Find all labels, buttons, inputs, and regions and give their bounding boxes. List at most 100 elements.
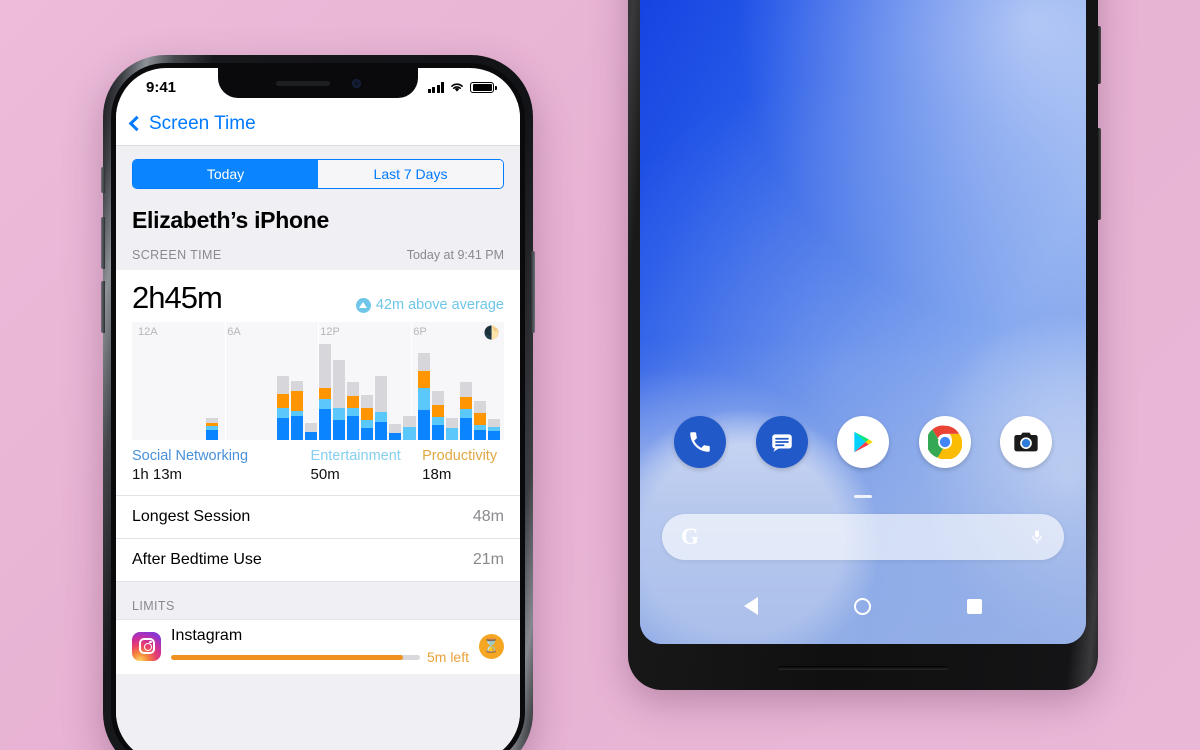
chart-bar-segment [347,382,360,396]
iphone-bezel: 9:41 Screen Time Today Last 7 Days Eliza… [111,63,525,750]
limit-app-name: Instagram [171,627,243,644]
segment-last-7-days[interactable]: Last 7 Days [318,160,503,188]
messages-icon[interactable] [755,416,808,468]
chart-bars [136,344,501,440]
legend-item-productivity: Productivity 18m [422,448,504,483]
chart-bar [235,344,247,440]
square-recents-icon[interactable] [967,598,982,614]
chart-bar [276,344,289,440]
status-bar-time: 9:41 [146,78,177,96]
play-store-icon[interactable] [837,416,889,468]
android-screen: G [640,0,1086,644]
microphone-icon[interactable] [1029,526,1045,548]
chart-legend: Social Networking 1h 13m Entertainment 5… [116,440,520,495]
chart-bar-segment [389,433,402,440]
google-g-icon: G [681,524,699,549]
iphone-volume-up-button[interactable] [101,217,105,269]
circle-home-icon[interactable] [854,597,871,615]
chart-bar-segment [361,408,374,420]
chart-bar-segment [403,416,416,427]
screen-time-content: Today Last 7 Days Elizabeth’s iPhone SCR… [116,146,520,750]
legend-value: 18m [422,466,452,483]
instagram-icon [132,631,161,661]
chart-bar-segment [276,376,289,394]
total-hours: 2h [132,280,165,315]
back-button[interactable]: Screen Time [128,113,256,135]
hourglass-icon[interactable]: ⌛ [479,633,504,659]
android-power-button[interactable] [1098,26,1101,84]
limit-progress-bar [171,654,420,660]
average-comparison: 42m above average [355,297,504,313]
phone-icon[interactable] [674,416,726,468]
triangle-back-icon[interactable] [744,597,758,615]
chart-bar-segment [459,382,472,397]
chart-bar-segment [431,405,444,417]
chart-bar-segment [473,401,486,413]
chart-bar [375,344,388,440]
ios-nav-bar: Screen Time [116,102,520,146]
chart-bar-segment [459,418,472,440]
chart-bar-segment [487,431,501,440]
chart-bar-segment [290,391,303,411]
chart-bar [263,344,275,440]
screen-time-bar-chart[interactable]: 12A 6A 12P 6P 🌓 [132,322,504,440]
iphone-mute-switch[interactable] [101,167,105,193]
legend-value: 50m [310,466,340,483]
screen-time-card[interactable]: 2h45m 42m above average 12A 6A 12P 6P 🌓 … [116,270,520,495]
bedtime-moon-icon: 🌓 [483,325,500,340]
chart-bar [417,344,430,440]
chart-bar [431,344,444,440]
row-label: After Bedtime Use [132,551,262,568]
period-segmented-control[interactable]: Today Last 7 Days [132,159,504,189]
iphone-power-button[interactable] [531,251,535,333]
average-comparison-label: 42m above average [375,297,504,313]
chart-bar-segment [431,391,444,405]
legend-item-entertainment: Entertainment 50m [311,448,423,483]
chart-bar-segment [290,416,303,440]
row-longest-session[interactable]: Longest Session 48m [116,495,520,538]
back-button-label: Screen Time [149,112,256,134]
camera-icon[interactable] [1000,416,1052,468]
cellular-bars-icon [427,82,444,93]
battery-icon [470,81,497,93]
row-label: Longest Session [132,508,251,525]
screen-time-section-header: SCREEN TIME Today at 9:41 PM [116,238,520,270]
chart-bar [150,344,162,440]
chart-bar-segment [417,388,430,410]
google-search-bar[interactable]: G [662,514,1064,560]
iphone-volume-down-button[interactable] [101,281,105,333]
iphone-screen: 9:41 Screen Time Today Last 7 Days Eliza… [116,68,520,750]
chrome-icon[interactable] [918,416,971,468]
android-volume-button[interactable] [1098,128,1101,220]
chart-bar-segment [375,376,388,412]
segment-today[interactable]: Today [133,160,318,188]
legend-item-social-networking: Social Networking 1h 13m [132,448,311,483]
row-value: 48m [472,508,504,525]
chart-bar-segment [333,408,346,420]
total-screen-time: 2h45m [132,280,223,316]
chart-bar [136,344,148,440]
limits-section-header: LIMITS [116,581,520,619]
chart-bar-segment [459,409,472,418]
chart-bar-segment [347,416,360,440]
section-timestamp: Today at 9:41 PM [406,248,504,262]
chart-bar-segment [417,410,430,440]
chart-bar-segment [276,394,289,408]
chart-bar [178,344,190,440]
chart-bar [445,344,458,440]
segmented-control-wrap: Today Last 7 Days [116,146,520,199]
chart-bar [249,344,261,440]
chart-bar-segment [319,344,332,388]
chart-bar-segment [361,395,374,408]
chart-bar-segment [361,428,374,440]
chart-bar-segment [473,430,486,440]
android-nav-bar [640,586,1086,626]
chart-bar [206,344,219,440]
row-after-bedtime-use[interactable]: After Bedtime Use 21m [116,538,520,581]
section-label: SCREEN TIME [132,248,222,262]
limit-row-instagram[interactable]: Instagram 5m left ⌛ [116,619,520,674]
chart-bar-segment [445,418,458,428]
chart-bar-segment [459,397,472,409]
chart-bar [164,344,176,440]
chart-bar-segment [445,428,458,440]
